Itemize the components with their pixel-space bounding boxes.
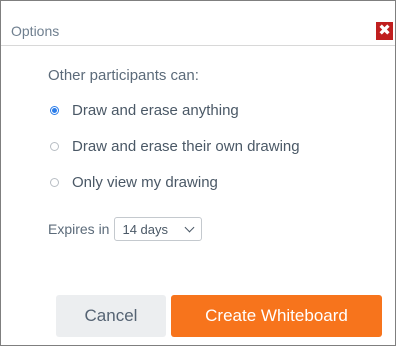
dialog-titlebar: Options ✖ <box>1 1 395 46</box>
create-whiteboard-button[interactable]: Create Whiteboard <box>171 295 382 337</box>
radio-button-checked[interactable] <box>50 105 59 115</box>
option-draw-erase-anything[interactable]: Draw and erase anything <box>48 100 239 120</box>
option-view-only[interactable]: Only view my drawing <box>48 172 218 192</box>
expires-select-value: 14 days <box>122 221 169 237</box>
chevron-down-icon <box>185 222 195 232</box>
cancel-button[interactable]: Cancel <box>56 295 166 337</box>
participants-permission-label: Other participants can: <box>48 67 199 84</box>
close-icon[interactable]: ✖ <box>376 22 393 40</box>
option-label: Only view my drawing <box>72 173 218 191</box>
option-label: Draw and erase anything <box>72 101 239 119</box>
options-dialog: Options ✖ Other participants can: Draw a… <box>0 0 396 346</box>
expires-label: Expires in <box>48 221 110 237</box>
option-label: Draw and erase their own drawing <box>72 137 300 155</box>
radio-button[interactable] <box>50 177 59 187</box>
expires-select[interactable]: 14 days <box>114 217 203 241</box>
expires-row: Expires in 14 days <box>48 217 203 241</box>
dialog-title: Options <box>11 23 60 39</box>
radio-button[interactable] <box>50 141 59 151</box>
option-draw-erase-own[interactable]: Draw and erase their own drawing <box>48 136 300 156</box>
